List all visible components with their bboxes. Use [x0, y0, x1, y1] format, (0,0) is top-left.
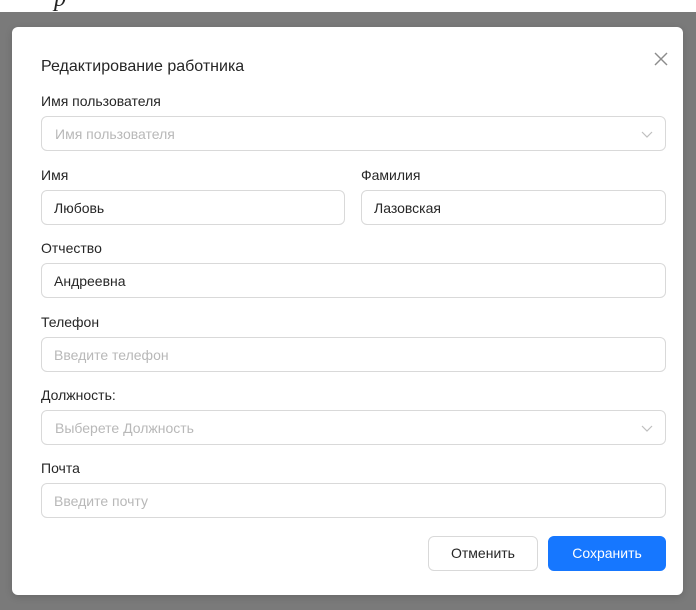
- username-select[interactable]: Имя пользователя: [41, 116, 666, 151]
- patronymic-input[interactable]: [41, 263, 666, 298]
- username-label: Имя пользователя: [41, 93, 161, 109]
- cancel-button[interactable]: Отменить: [428, 536, 538, 571]
- first-name-label: Имя: [41, 167, 69, 183]
- phone-input[interactable]: [41, 337, 666, 372]
- position-label: Должность:: [41, 387, 116, 403]
- username-select-placeholder: Имя пользователя: [55, 126, 175, 142]
- email-label: Почта: [41, 460, 80, 476]
- chevron-down-icon: [641, 425, 653, 432]
- position-select-placeholder: Выберете Должность: [55, 420, 194, 436]
- patronymic-label: Отчество: [41, 240, 102, 256]
- last-name-label: Фамилия: [361, 167, 421, 183]
- phone-label: Телефон: [41, 314, 100, 330]
- background-page-text: p: [54, 0, 66, 12]
- background-page: p: [0, 0, 696, 12]
- modal-title: Редактирование работника: [41, 58, 245, 75]
- position-select[interactable]: Выберете Должность: [41, 410, 666, 445]
- close-icon: [654, 52, 668, 66]
- chevron-down-icon: [641, 131, 653, 138]
- edit-employee-modal: Редактирование работника Имя пользовател…: [12, 27, 683, 595]
- save-button[interactable]: Сохранить: [548, 536, 666, 571]
- email-input[interactable]: [41, 483, 666, 518]
- first-name-input[interactable]: [41, 190, 345, 225]
- close-button[interactable]: [649, 47, 673, 71]
- last-name-input[interactable]: [361, 190, 666, 225]
